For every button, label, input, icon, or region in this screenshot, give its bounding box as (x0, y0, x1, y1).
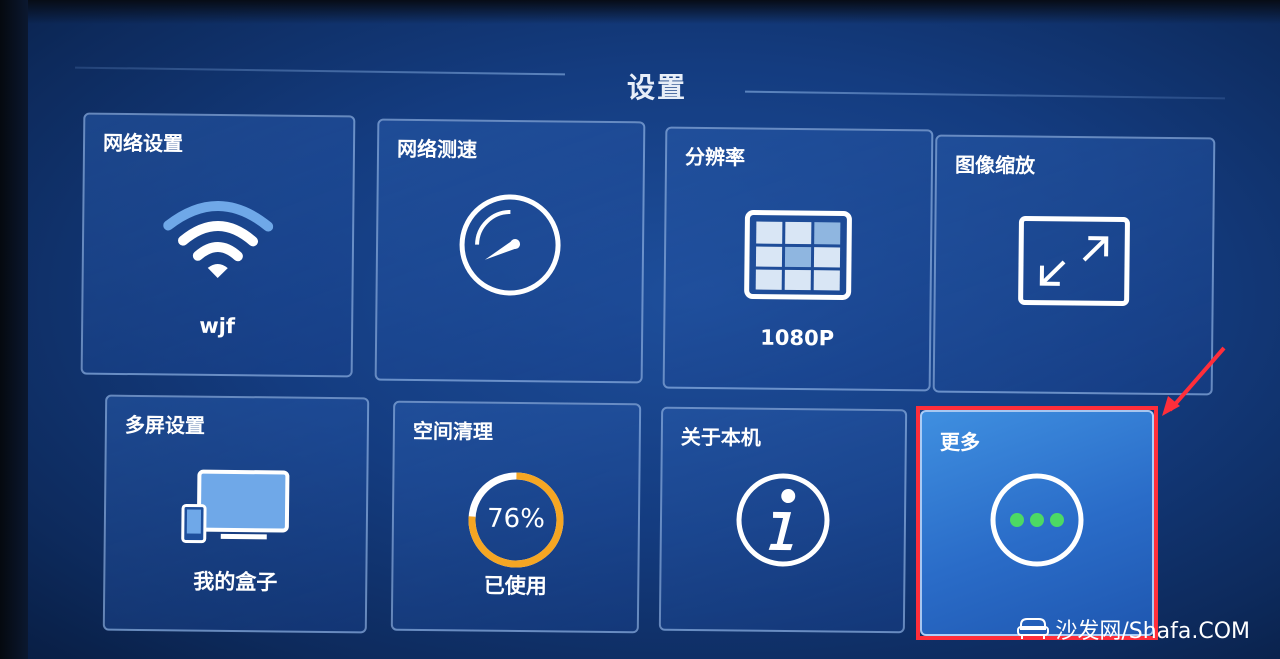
multi-screen-icon (181, 467, 292, 552)
tile-label: 网络测速 (396, 136, 478, 162)
resolution-grid-icon (744, 209, 853, 304)
storage-used-label: 已使用 (483, 573, 547, 599)
watermark: 沙发网/Shafa.COM (1017, 613, 1250, 645)
storage-percent: 76% (486, 503, 546, 535)
network-name: wjf (199, 313, 236, 339)
tile-label: 空间清理 (412, 418, 494, 444)
storage-ring-icon: 76% (463, 467, 568, 572)
watermark-text: 沙发网/Shafa.COM (1055, 619, 1250, 644)
title-divider-left (75, 66, 565, 76)
annotation-arrow-icon (1162, 346, 1226, 416)
info-icon (732, 469, 833, 574)
tile-network-speed-test[interactable]: 网络测速 (374, 118, 646, 384)
wifi-icon (163, 195, 274, 290)
speedometer-icon (454, 189, 565, 304)
tile-label: 图像缩放 (954, 152, 1036, 178)
tile-multi-screen[interactable]: 多屏设置 我的盒子 (102, 394, 370, 634)
expand-arrows-icon (1018, 215, 1131, 310)
tile-resolution[interactable]: 分辨率 1080P (662, 126, 934, 392)
tile-storage-cleanup[interactable]: 空间清理 76% 已使用 (390, 400, 642, 634)
title-divider-right (745, 90, 1225, 100)
tile-label: 多屏设置 (124, 412, 206, 438)
tv-bezel-top (0, 0, 1280, 24)
tv-bezel-left (0, 0, 28, 659)
tile-label: 网络设置 (102, 130, 184, 156)
tile-label: 分辨率 (684, 144, 746, 170)
tile-about-device[interactable]: 关于本机 (658, 406, 908, 634)
title-bar: 设置 (75, 60, 1225, 120)
annotation-highlight-box (916, 406, 1158, 640)
page-title: 设置 (627, 71, 688, 104)
sofa-logo-icon (1017, 618, 1050, 639)
device-name: 我的盒子 (193, 569, 278, 595)
tile-label: 关于本机 (680, 424, 761, 450)
resolution-value: 1080P (760, 325, 835, 351)
tile-network-settings[interactable]: 网络设置 wjf (80, 112, 356, 378)
